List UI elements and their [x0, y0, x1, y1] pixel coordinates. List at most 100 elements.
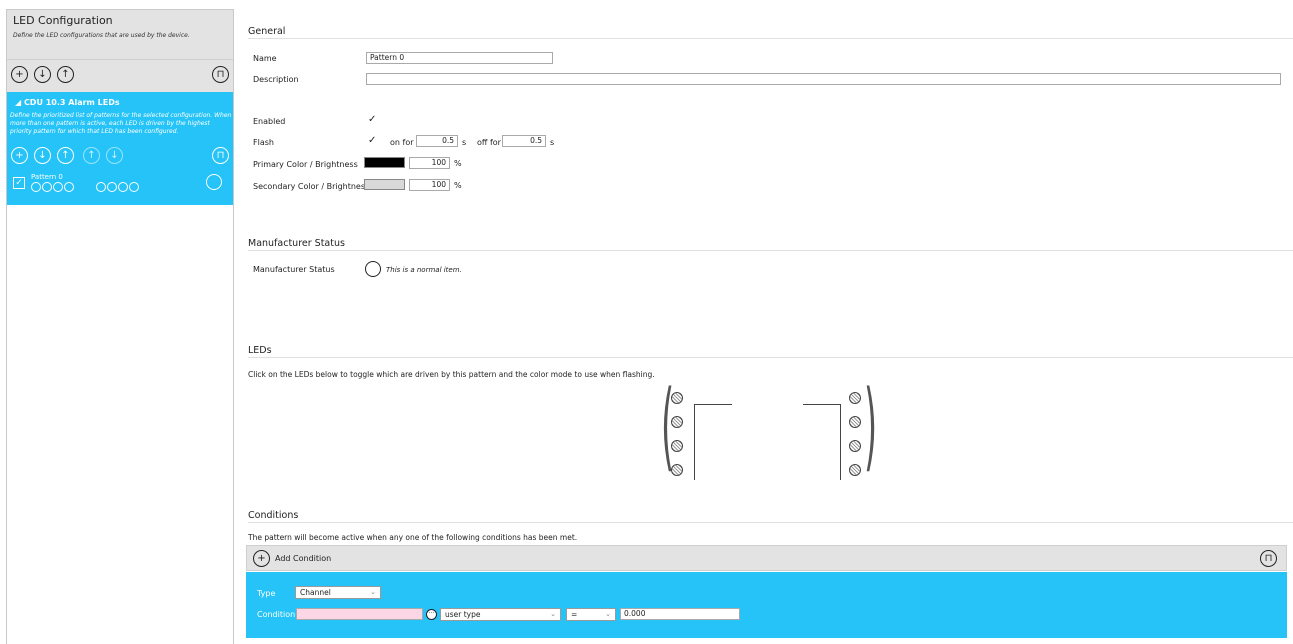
- pattern-led-preview-right: [96, 182, 139, 192]
- threshold-input[interactable]: 0.000: [620, 608, 740, 620]
- conditions-intro: The pattern will become active when any …: [248, 533, 578, 542]
- secondary-brightness-input[interactable]: 100: [409, 179, 450, 191]
- secondary-brightness-unit: %: [454, 181, 462, 190]
- type-select-value: Channel: [300, 588, 331, 597]
- delete-condition-button[interactable]: ⊓: [1260, 550, 1277, 567]
- led-left-2[interactable]: [671, 416, 683, 428]
- name-label: Name: [253, 54, 277, 63]
- led-left-4[interactable]: [671, 464, 683, 476]
- led-left-3[interactable]: [671, 440, 683, 452]
- operator-select-value: =: [571, 610, 578, 619]
- main-panel: General Name Pattern 0 Description Enabl…: [235, 0, 1293, 644]
- config-item-cdu-alarm-leds[interactable]: ◢ CDU 10.3 Alarm LEDs Define the priorit…: [7, 92, 233, 205]
- delete-pattern-button[interactable]: ⊓: [212, 147, 229, 164]
- chevron-down-icon: ⌄: [370, 588, 376, 596]
- primary-color-label: Primary Color / Brightness: [253, 160, 358, 169]
- add-pattern-button[interactable]: +: [11, 147, 28, 164]
- secondary-color-label: Secondary Color / Brightness: [253, 182, 370, 191]
- led-right-4[interactable]: [849, 464, 861, 476]
- delete-icon: ⊓: [216, 149, 225, 161]
- export-icon: ↑: [61, 68, 70, 80]
- name-input[interactable]: Pattern 0: [366, 52, 553, 64]
- import-pattern-button[interactable]: ↓: [34, 147, 51, 164]
- off-for-unit: s: [550, 138, 555, 147]
- mini-led: [129, 182, 139, 192]
- chevron-down-icon: ⌄: [605, 610, 611, 618]
- export-config-button[interactable]: ↑: [57, 66, 74, 83]
- move-up-icon: ↑: [87, 149, 96, 161]
- flash-label: Flash: [253, 138, 274, 147]
- led-right-3[interactable]: [849, 440, 861, 452]
- import-icon: ↓: [38, 149, 47, 161]
- condition-label: Condition: [257, 610, 296, 619]
- add-config-button[interactable]: +: [11, 66, 28, 83]
- user-type-select[interactable]: user type ⌄: [440, 608, 561, 621]
- export-pattern-button[interactable]: ↑: [57, 147, 74, 164]
- primary-brightness-input[interactable]: 100: [409, 157, 450, 169]
- conditions-toolbar: + Add Condition ⊓: [246, 545, 1287, 571]
- type-label: Type: [257, 589, 276, 598]
- left-panel-description: Define the LED configurations that are u…: [13, 32, 190, 39]
- pattern-name[interactable]: Pattern 0: [31, 173, 63, 181]
- add-condition-button[interactable]: +: [253, 550, 270, 567]
- add-icon: +: [15, 149, 24, 161]
- condition-channel-input[interactable]: [296, 608, 423, 620]
- delete-config-button[interactable]: ⊓: [212, 66, 229, 83]
- screen-outline: [694, 404, 695, 480]
- description-label: Description: [253, 75, 299, 84]
- description-input[interactable]: [366, 73, 1281, 85]
- on-for-unit: s: [462, 138, 467, 147]
- import-icon: ↓: [38, 68, 47, 80]
- led-bracket-right: ): [864, 370, 878, 482]
- divider: [248, 522, 1293, 523]
- delete-icon: ⊓: [216, 68, 225, 80]
- manufacturer-status-indicator: [365, 261, 381, 277]
- manufacturer-status-text: This is a normal item.: [386, 266, 462, 274]
- primary-brightness-unit: %: [454, 159, 462, 168]
- section-title-leds: LEDs: [248, 345, 272, 356]
- divider: [248, 38, 1293, 39]
- section-title-general: General: [248, 26, 286, 37]
- pattern-enabled-checkbox[interactable]: ✓: [13, 177, 25, 189]
- config-toolbar: + ↓ ↑ ⊓: [7, 59, 233, 92]
- enabled-label: Enabled: [253, 117, 286, 126]
- mini-led: [107, 182, 117, 192]
- section-title-manufacturer: Manufacturer Status: [248, 238, 345, 249]
- add-condition-label[interactable]: Add Condition: [275, 554, 331, 563]
- leds-instructions: Click on the LEDs below to toggle which …: [248, 370, 655, 379]
- add-icon: +: [15, 68, 24, 80]
- manufacturer-status-label: Manufacturer Status: [253, 265, 335, 274]
- config-title[interactable]: ◢ CDU 10.3 Alarm LEDs: [15, 98, 120, 107]
- section-title-conditions: Conditions: [248, 510, 299, 521]
- pattern-status-indicator: [206, 174, 222, 190]
- mini-led: [118, 182, 128, 192]
- more-icon[interactable]: ···: [426, 609, 437, 620]
- screen-outline: [840, 404, 841, 480]
- led-right-1[interactable]: [849, 392, 861, 404]
- on-for-input[interactable]: 0.5: [416, 135, 458, 147]
- led-left-1[interactable]: [671, 392, 683, 404]
- off-for-input[interactable]: 0.5: [502, 135, 546, 147]
- mini-led: [53, 182, 63, 192]
- off-for-label: off for: [477, 138, 501, 147]
- delete-icon: ⊓: [1264, 552, 1273, 564]
- type-select[interactable]: Channel ⌄: [295, 586, 381, 599]
- divider: [248, 357, 1293, 358]
- enabled-checkbox[interactable]: ✓: [368, 115, 376, 125]
- move-down-button[interactable]: ↓: [106, 147, 123, 164]
- led-right-2[interactable]: [849, 416, 861, 428]
- screen-outline: [694, 404, 732, 405]
- left-panel: LED Configuration Define the LED configu…: [6, 9, 234, 644]
- operator-select[interactable]: = ⌄: [566, 608, 616, 621]
- export-icon: ↑: [61, 149, 70, 161]
- on-for-label: on for: [390, 138, 414, 147]
- primary-color-swatch[interactable]: [364, 157, 405, 168]
- move-up-button[interactable]: ↑: [83, 147, 100, 164]
- import-config-button[interactable]: ↓: [34, 66, 51, 83]
- config-description: Define the prioritized list of patterns …: [10, 112, 232, 135]
- flash-checkbox[interactable]: ✓: [368, 136, 376, 146]
- pattern-led-preview-left: [31, 182, 74, 192]
- user-type-select-value: user type: [445, 610, 481, 619]
- secondary-color-swatch[interactable]: [364, 179, 405, 190]
- divider: [248, 250, 1293, 251]
